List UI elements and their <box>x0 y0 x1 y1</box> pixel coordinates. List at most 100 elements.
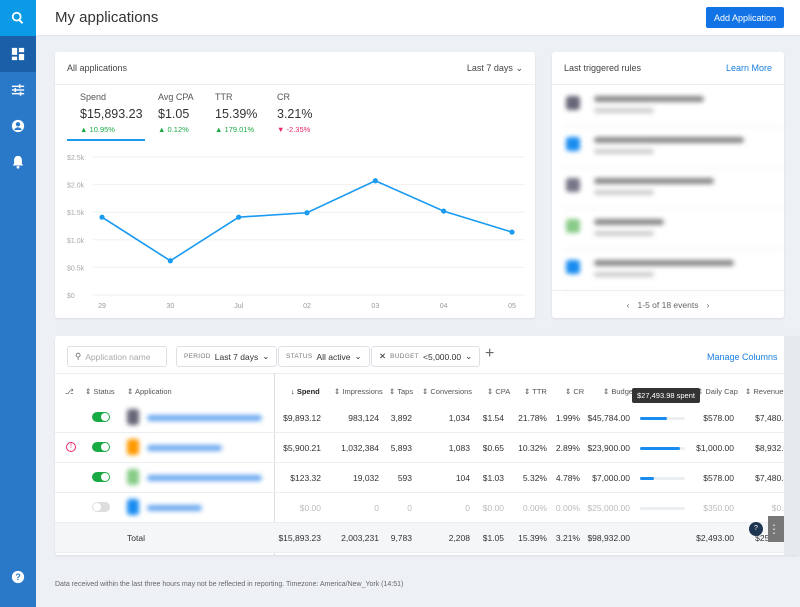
manage-columns-link[interactable]: Manage Columns <box>707 352 778 362</box>
app-icon <box>127 439 139 455</box>
column-header-budget[interactable]: ⇕ Budget <box>603 387 635 396</box>
series-line <box>101 179 513 262</box>
x-tick-label: Jul <box>234 303 243 310</box>
cell-cr: 1.99% <box>555 413 580 423</box>
cell-cr: 0.00% <box>555 503 580 513</box>
column-header-cpa[interactable]: ⇕ CPA <box>487 387 510 396</box>
account-button[interactable] <box>0 108 36 144</box>
cell-daily_cap: $350.00 <box>703 503 734 513</box>
spend-line-chart: $0 $0.5k $1.0k $1.5k $2.0k $2.5k 29 30 Jul 02 03 04… <box>67 155 525 310</box>
help-bubble-button[interactable]: ? <box>749 522 763 536</box>
rule-event[interactable] <box>564 127 784 168</box>
total-spend: $15,893.23 <box>278 533 321 543</box>
status-toggle[interactable] <box>92 412 110 422</box>
column-header-impressions[interactable]: ⇕ Impressions <box>334 387 383 396</box>
sliders-button[interactable] <box>0 72 36 108</box>
rule-event[interactable] <box>564 250 784 291</box>
period-filter[interactable]: PERIOD Last 7 days ⌄ <box>176 346 278 367</box>
cell-cr: 2.89% <box>555 443 580 453</box>
budget-progress-bar <box>640 417 685 420</box>
page-title: My applications <box>55 9 159 26</box>
help-icon: ? <box>11 570 25 584</box>
header: My applications Add Application <box>36 0 800 36</box>
dashboard-button[interactable] <box>0 36 36 72</box>
data-point <box>441 208 447 214</box>
help-button[interactable]: ? <box>0 559 36 595</box>
budget-filter[interactable]: ✕ BUDGET <5,000.00 ⌄ <box>371 346 481 367</box>
table-row[interactable]: $123.32 19,032 593 104 $1.03 5.32% 4.78% $7,000… <box>55 463 800 493</box>
column-header-status[interactable]: ⇕ Status <box>85 387 115 396</box>
application-link[interactable] <box>147 445 222 451</box>
cell-ttr: 5.32% <box>522 473 547 483</box>
status-filter[interactable]: STATUS All active ⌄ <box>278 346 370 367</box>
sliders-icon <box>11 84 25 96</box>
cell-impressions: 0 <box>374 503 379 513</box>
table-row[interactable]: ! $5,900.21 1,032,384 5,893 1,083 $0.65 10.32%… <box>55 433 800 463</box>
rule-event[interactable] <box>564 168 784 209</box>
column-header-spend[interactable]: ↓ Spend <box>291 387 320 396</box>
app-icon <box>566 137 580 151</box>
add-filter-button[interactable]: + <box>485 345 494 363</box>
data-point <box>236 214 242 220</box>
prev-page-button[interactable]: ‹ <box>627 300 630 310</box>
budget-progress-bar <box>640 447 685 450</box>
search-input[interactable]: ⚲ Application name <box>67 346 167 367</box>
y-tick-label: $1.0k <box>67 238 85 245</box>
add-application-button[interactable]: Add Application <box>706 7 784 28</box>
cell-taps: 593 <box>397 473 412 483</box>
budget-tooltip: $27,493.98 spent <box>632 388 700 403</box>
column-header-ttr[interactable]: ⇕ TTR <box>524 387 547 396</box>
total-impressions: 2,003,231 <box>341 533 379 543</box>
user-icon <box>11 119 25 133</box>
cell-cpa: $0.65 <box>482 443 504 453</box>
cell-taps: 3,892 <box>390 413 412 423</box>
cell-budget: $23,900.00 <box>587 443 630 453</box>
cell-cr: 4.78% <box>555 473 580 483</box>
rule-event[interactable] <box>564 86 784 127</box>
chevron-down-icon: ⌄ <box>354 351 362 361</box>
total-cr: 3.21% <box>555 533 580 543</box>
remove-filter-icon[interactable]: ✕ <box>379 351 386 362</box>
chevron-down-icon: ⌄ <box>262 351 270 361</box>
table-row[interactable]: $9,893.12 983,124 3,892 1,034 $1.54 21.78% 1.9… <box>55 403 800 433</box>
notifications-button[interactable] <box>0 144 36 180</box>
status-toggle[interactable] <box>92 442 110 452</box>
app-icon <box>566 219 580 233</box>
application-link[interactable] <box>147 505 202 511</box>
column-header-daily-cap[interactable]: ⇕ Daily Cap <box>697 387 738 396</box>
bell-icon <box>12 155 24 169</box>
column-header-conversions[interactable]: ⇕ Conversions <box>422 387 472 396</box>
data-point <box>167 258 173 264</box>
next-page-button[interactable]: › <box>706 300 709 310</box>
status-toggle[interactable] <box>92 472 110 482</box>
data-point <box>509 229 515 235</box>
x-tick-label: 03 <box>371 303 379 310</box>
cell-taps: 0 <box>407 503 412 513</box>
application-link[interactable] <box>147 415 262 421</box>
app-icon <box>127 469 139 485</box>
column-header-revenue[interactable]: ⇕ Revenue <box>745 387 783 396</box>
alert-icon: ! <box>66 442 76 452</box>
status-toggle[interactable] <box>92 502 110 512</box>
app-icon <box>566 96 580 110</box>
data-point <box>304 210 310 216</box>
app-icon <box>566 178 580 192</box>
cell-spend: $0.00 <box>299 503 321 513</box>
table-row[interactable]: $0.00 0 0 0 $0.00 0.00% 0.00% $25,000.00 $350.00… <box>55 493 800 523</box>
column-header-cr[interactable]: ⇕ CR <box>565 387 584 396</box>
column-header-application[interactable]: ⇕ Application <box>127 387 172 396</box>
app-icon <box>566 260 580 274</box>
search-button[interactable] <box>0 0 36 36</box>
app-icon <box>127 499 139 515</box>
cell-daily_cap: $578.00 <box>703 473 734 483</box>
rule-event[interactable] <box>564 209 784 250</box>
svg-text:?: ? <box>15 572 20 582</box>
cell-conversions: 0 <box>465 503 470 513</box>
cell-impressions: 983,124 <box>348 413 379 423</box>
application-link[interactable] <box>147 475 262 481</box>
learn-more-link[interactable]: Learn More <box>726 63 772 73</box>
data-point <box>99 214 105 220</box>
x-tick-label: 30 <box>166 303 174 310</box>
cell-cpa: $1.03 <box>482 473 504 483</box>
column-header-taps[interactable]: ⇕ Taps <box>389 387 413 396</box>
